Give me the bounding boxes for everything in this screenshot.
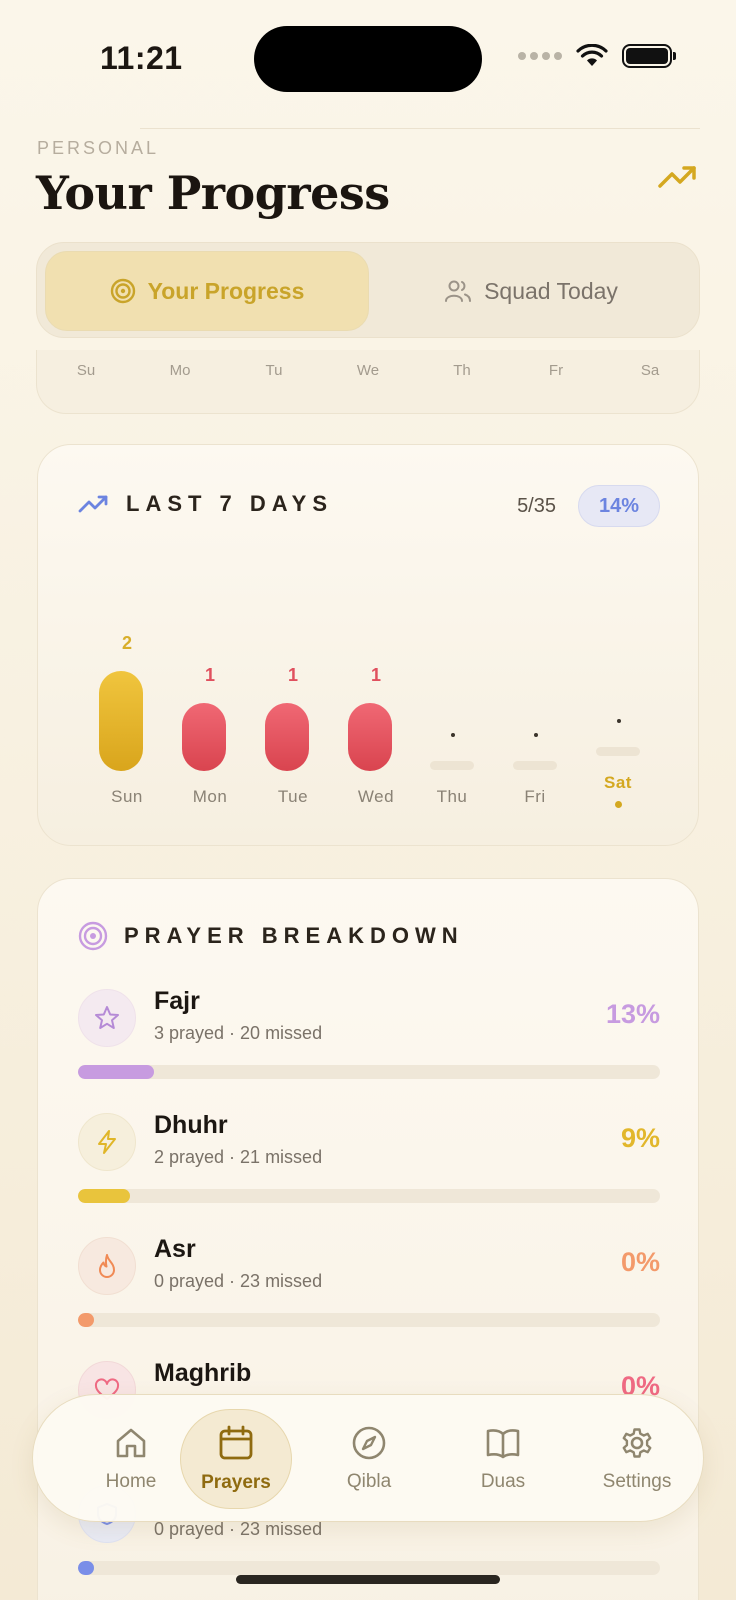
bar-value-sun: 2: [121, 633, 132, 653]
calendar-weekday-row: Su Mo Tu We Th Fr Sa: [56, 362, 680, 379]
cellular-signal-icon: [518, 52, 562, 60]
status-icons: [518, 44, 676, 68]
weekday-label: Sa: [640, 362, 660, 379]
star-icon: [78, 989, 136, 1047]
weekday-label: We: [356, 362, 380, 379]
tab-qibla-label: Qibla: [346, 1471, 392, 1492]
week-percent-badge: 14%: [578, 485, 660, 527]
book-icon: [486, 1429, 520, 1459]
prayer-row-fajr[interactable]: Fajr 3 prayed · 20 missed 13%: [78, 987, 660, 1099]
status-bar: 11:21: [0, 0, 736, 120]
page-eyebrow: PERSONAL: [37, 138, 160, 158]
bar-value-wed: 1: [370, 665, 381, 685]
prayer-progress-track: [78, 1065, 660, 1079]
tab-settings-label: Settings: [602, 1471, 672, 1492]
prayer-progress-fill: [78, 1189, 131, 1203]
prayer-stats: 2 prayed · 21 missed: [154, 1147, 323, 1167]
tab-squad-today-label: Squad Today: [484, 277, 618, 304]
trending-up-icon: [78, 495, 108, 513]
weekday-label: Mo: [169, 362, 191, 379]
prayer-progress-track: [78, 1189, 660, 1203]
tab-home[interactable]: Home: [71, 1395, 191, 1523]
bar-sun: [99, 671, 143, 771]
weekday-label: Su: [76, 362, 96, 379]
prayer-name: Maghrib: [154, 1359, 252, 1387]
bar-empty-dot-thu: [451, 733, 455, 737]
tab-your-progress-label: Your Progress: [147, 277, 305, 304]
bar-empty-sat: [596, 747, 640, 756]
target-icon: [110, 278, 135, 304]
home-icon: [116, 1428, 146, 1458]
weekday-label: Tu: [265, 362, 283, 379]
tab-duas-label: Duas: [480, 1471, 526, 1492]
tab-prayers-label: Prayers: [201, 1472, 271, 1493]
bar-wed: [348, 703, 392, 771]
dynamic-island: [254, 26, 482, 92]
prayer-progress-track: [78, 1561, 660, 1575]
prayer-breakdown-header: PRAYER BREAKDOWN: [78, 921, 464, 951]
bar-value-tue: 1: [287, 665, 298, 685]
compass-icon: [352, 1426, 386, 1460]
bar-label-sat-today: Sat: [604, 773, 632, 792]
tab-duas[interactable]: Duas: [443, 1395, 563, 1523]
last-7-days-title: LAST 7 DAYS: [126, 491, 334, 516]
prayer-name: Dhuhr: [154, 1111, 228, 1139]
page-title: Your Progress: [36, 166, 390, 220]
bar-mon: [182, 703, 226, 771]
users-icon: [445, 280, 472, 302]
bar-label-thu: Thu: [436, 787, 468, 806]
bar-label-sun: Sun: [111, 787, 143, 806]
prayer-stats: 0 prayed · 23 missed: [154, 1271, 323, 1291]
tab-qibla[interactable]: Qibla: [309, 1395, 429, 1523]
tab-prayers[interactable]: Prayers: [176, 1395, 296, 1523]
progress-segmented-control: Your Progress Squad Today: [36, 242, 700, 338]
week-count: 5/35: [517, 495, 556, 517]
prayer-name: Asr: [154, 1235, 196, 1263]
prayer-breakdown-title: PRAYER BREAKDOWN: [124, 923, 464, 948]
battery-icon: [622, 44, 676, 68]
lightning-icon: [78, 1113, 136, 1171]
bar-label-tue: Tue: [277, 787, 309, 806]
status-time: 11:21: [100, 40, 183, 76]
wifi-icon: [576, 44, 608, 66]
last-7-days-header: LAST 7 DAYS: [78, 491, 333, 517]
weekday-label: Fr: [548, 362, 564, 379]
calendar-icon: [219, 1425, 253, 1460]
target-icon: [78, 921, 108, 951]
bar-empty-dot-sat: [617, 719, 621, 723]
prayer-row-asr[interactable]: Asr 0 prayed · 23 missed 0%: [78, 1235, 660, 1347]
prayer-progress-track: [78, 1313, 660, 1327]
bar-label-fri: Fri: [524, 787, 546, 806]
prayer-percent: 0%: [620, 1247, 660, 1277]
prayer-name: Fajr: [154, 987, 200, 1015]
prayer-percent: 13%: [605, 999, 660, 1029]
bar-tue: [265, 703, 309, 771]
gear-icon: [622, 1428, 652, 1458]
bar-value-mon: 1: [204, 665, 215, 685]
flame-icon: [78, 1237, 136, 1295]
prayer-percent: 9%: [620, 1123, 660, 1153]
header-divider: [140, 128, 700, 129]
prayer-stats: 3 prayed · 20 missed: [154, 1023, 323, 1043]
calendar-card: [36, 350, 700, 414]
tab-your-progress[interactable]: Your Progress: [45, 251, 369, 331]
prayer-row-dhuhr[interactable]: Dhuhr 2 prayed · 21 missed 9%: [78, 1111, 660, 1223]
tab-squad-today[interactable]: Squad Today: [369, 251, 693, 331]
prayer-progress-fill: [78, 1561, 95, 1575]
bar-label-wed: Wed: [357, 787, 395, 806]
weekday-label: Th: [453, 362, 471, 379]
prayer-progress-fill: [78, 1313, 95, 1327]
bar-empty-fri: [513, 761, 557, 770]
trending-up-icon[interactable]: [656, 160, 700, 196]
last-7-days-card: LAST 7 DAYS 5/35 14% 2 Sun 1 Mon 1 Tue 1…: [37, 444, 699, 846]
tab-home-label: Home: [105, 1471, 157, 1492]
tab-settings[interactable]: Settings: [577, 1395, 697, 1523]
bar-empty-dot-fri: [534, 733, 538, 737]
bar-label-mon: Mon: [192, 787, 228, 806]
prayer-progress-fill: [78, 1065, 154, 1079]
bottom-tab-bar: Home Prayers Qibla Duas Settings: [32, 1394, 704, 1522]
bar-empty-thu: [430, 761, 474, 770]
home-indicator[interactable]: [236, 1575, 500, 1584]
today-indicator-dot: [615, 801, 622, 808]
